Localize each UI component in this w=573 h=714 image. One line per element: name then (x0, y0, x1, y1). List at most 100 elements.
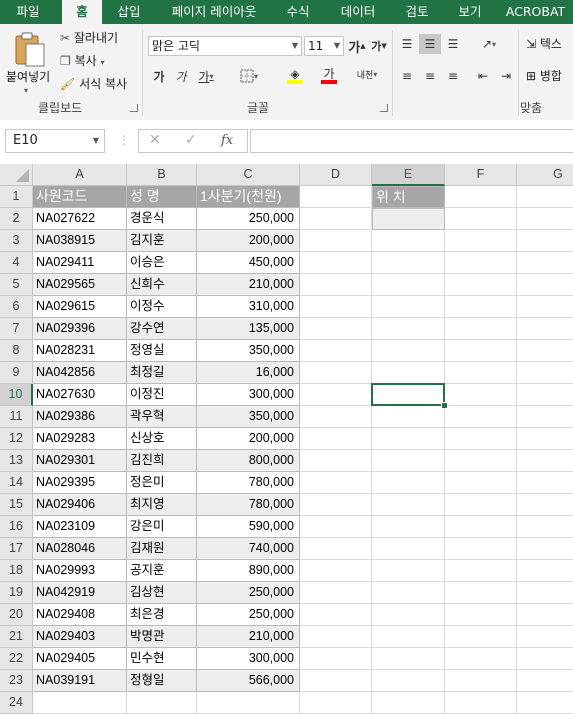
cell[interactable] (372, 604, 445, 626)
cell[interactable] (300, 406, 372, 428)
cell[interactable] (300, 692, 372, 714)
cell[interactable] (372, 670, 445, 692)
font-name-combo[interactable]: 맑은 고딕 ▼ (148, 36, 302, 56)
table-cell[interactable]: 450,000 (197, 252, 300, 274)
cell[interactable] (300, 208, 372, 230)
table-cell[interactable]: NA038915 (33, 230, 127, 252)
merge-center-button[interactable]: ⊞ 병합 (526, 66, 562, 86)
cell[interactable] (445, 516, 517, 538)
row-header[interactable]: 18 (0, 560, 33, 582)
cell[interactable] (300, 362, 372, 384)
cell[interactable] (300, 472, 372, 494)
table-cell[interactable]: 250,000 (197, 582, 300, 604)
table-cell[interactable]: NA029395 (33, 472, 127, 494)
cell[interactable] (300, 450, 372, 472)
row-header[interactable]: 24 (0, 692, 33, 714)
tab-formulas[interactable]: 수식 (276, 0, 320, 24)
position-header-cell[interactable]: 위 치 (372, 186, 445, 208)
row-header[interactable]: 15 (0, 494, 33, 516)
row-header[interactable]: 22 (0, 648, 33, 670)
borders-button[interactable]: ▾ (232, 66, 266, 86)
table-cell[interactable]: NA029386 (33, 406, 127, 428)
insert-function-icon[interactable]: fx (221, 133, 233, 148)
table-cell[interactable]: NA042856 (33, 362, 127, 384)
table-cell[interactable]: NA029993 (33, 560, 127, 582)
cell[interactable] (372, 582, 445, 604)
row-header[interactable]: 8 (0, 340, 33, 362)
table-cell[interactable]: NA029408 (33, 604, 127, 626)
row-header[interactable]: 17 (0, 538, 33, 560)
cell[interactable] (517, 406, 573, 428)
underline-button[interactable]: 가 ▾ (192, 66, 220, 86)
cell[interactable] (445, 582, 517, 604)
italic-button[interactable]: 가 (170, 66, 192, 86)
row-header[interactable]: 16 (0, 516, 33, 538)
cell[interactable] (445, 428, 517, 450)
bold-button[interactable]: 가 (148, 66, 170, 86)
cell[interactable] (445, 406, 517, 428)
font-color-button[interactable]: 가 (312, 66, 346, 86)
tab-acrobat[interactable]: ACROBAT (498, 0, 573, 24)
tab-insert[interactable]: 삽입 (106, 0, 152, 24)
table-cell[interactable]: 경운식 (127, 208, 197, 230)
cell[interactable] (517, 252, 573, 274)
table-header-cell[interactable]: 1사분기(천원) (197, 186, 300, 208)
cell[interactable] (372, 296, 445, 318)
table-cell[interactable]: 300,000 (197, 648, 300, 670)
table-cell[interactable]: NA029403 (33, 626, 127, 648)
align-right-button[interactable]: ≡ (442, 66, 464, 86)
cell[interactable] (300, 648, 372, 670)
table-cell[interactable]: 이정수 (127, 296, 197, 318)
row-header[interactable]: 14 (0, 472, 33, 494)
table-cell[interactable]: NA029301 (33, 450, 127, 472)
table-cell[interactable]: 200,000 (197, 230, 300, 252)
row-header[interactable]: 5 (0, 274, 33, 296)
tab-review[interactable]: 검토 (392, 0, 442, 24)
table-cell[interactable]: NA027622 (33, 208, 127, 230)
cell[interactable] (517, 648, 573, 670)
cell[interactable] (300, 384, 372, 406)
row-header[interactable]: 20 (0, 604, 33, 626)
cell[interactable] (517, 692, 573, 714)
increase-indent-button[interactable]: ⇥ (495, 66, 517, 86)
cell[interactable] (127, 692, 197, 714)
table-cell[interactable]: 신희수 (127, 274, 197, 296)
table-cell[interactable]: 740,000 (197, 538, 300, 560)
table-cell[interactable]: 800,000 (197, 450, 300, 472)
enter-icon[interactable]: ✓ (185, 132, 197, 148)
cell[interactable] (445, 186, 517, 208)
table-cell[interactable]: 최정길 (127, 362, 197, 384)
paste-button[interactable]: 붙여넣기 ▾ (6, 28, 50, 98)
table-cell[interactable]: 김진희 (127, 450, 197, 472)
table-cell[interactable]: NA023109 (33, 516, 127, 538)
table-cell[interactable]: NA029615 (33, 296, 127, 318)
cell[interactable] (372, 274, 445, 296)
cell[interactable] (445, 472, 517, 494)
table-cell[interactable]: NA029406 (33, 494, 127, 516)
cell[interactable] (445, 494, 517, 516)
cell[interactable] (197, 692, 300, 714)
table-cell[interactable]: NA029396 (33, 318, 127, 340)
wrap-text-button[interactable]: ⇲ 텍스 (526, 34, 562, 54)
row-header[interactable]: 10 (0, 384, 33, 406)
fill-handle[interactable] (441, 402, 448, 409)
cell[interactable] (300, 516, 372, 538)
row-header[interactable]: 7 (0, 318, 33, 340)
column-header-f[interactable]: F (445, 164, 517, 186)
cell[interactable] (517, 230, 573, 252)
cell[interactable] (517, 538, 573, 560)
cell[interactable] (372, 208, 445, 230)
phonetic-button[interactable]: 내천 ▾ (352, 64, 382, 84)
cell[interactable] (300, 186, 372, 208)
cell[interactable] (300, 428, 372, 450)
cell[interactable] (372, 626, 445, 648)
table-cell[interactable]: NA028231 (33, 340, 127, 362)
table-cell[interactable]: 16,000 (197, 362, 300, 384)
cell[interactable] (517, 670, 573, 692)
table-header-cell[interactable]: 성 명 (127, 186, 197, 208)
cell[interactable] (517, 274, 573, 296)
cell[interactable] (300, 626, 372, 648)
table-cell[interactable]: 최은경 (127, 604, 197, 626)
row-header[interactable]: 13 (0, 450, 33, 472)
column-header-g[interactable]: G (517, 164, 573, 186)
